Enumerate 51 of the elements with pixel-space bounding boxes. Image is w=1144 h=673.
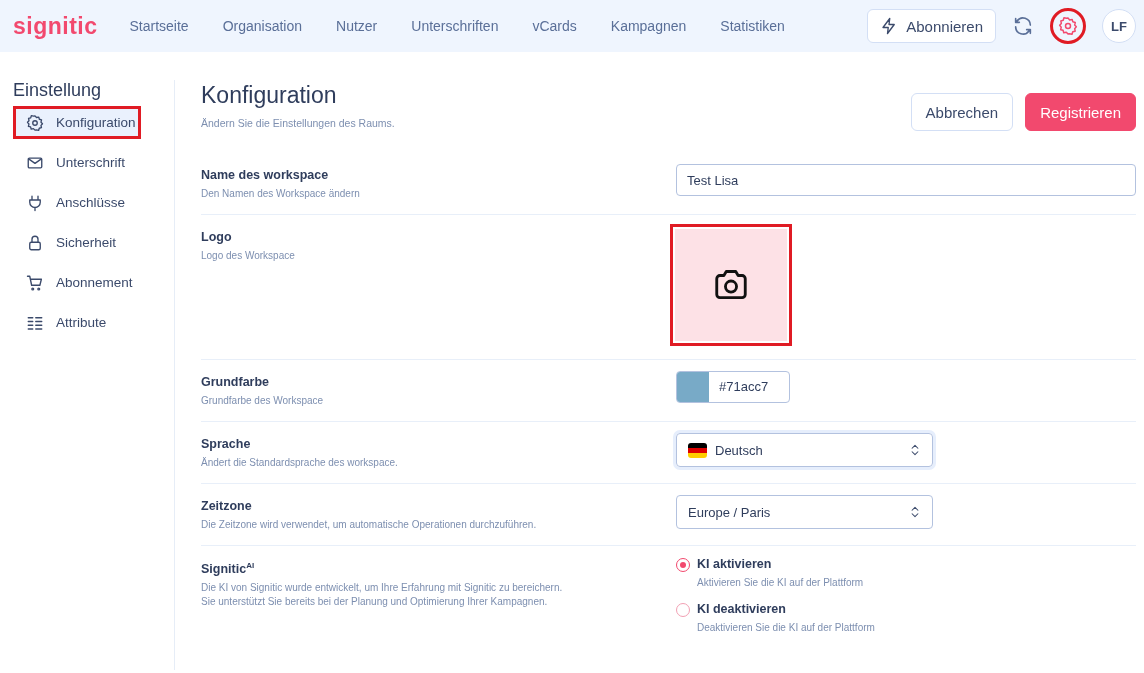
nav-link[interactable]: Kampagnen [610, 18, 687, 34]
nav-link[interactable]: Nutzer [336, 18, 378, 34]
setting-description: Den Namen des Workspace ändern [201, 187, 361, 201]
subscribe-button[interactable]: Abonnieren [867, 9, 996, 43]
setting-label: Name des workspace [201, 168, 330, 182]
select-field[interactable]: Deutsch [676, 433, 933, 467]
cart-icon [26, 273, 44, 292]
option-label: KI aktivieren [697, 557, 773, 571]
option-hint: Aktivieren Sie die KI auf der Plattform [697, 577, 864, 588]
sidebar-title: Einstellung [13, 80, 103, 101]
page-subtitle: Ändern Sie die Einstellungen des Raums. [201, 117, 395, 129]
setting-label: Signitic$^{AI}$ [201, 561, 256, 577]
cancel-button[interactable]: Abbrechen [910, 93, 1014, 131]
setting-label: Sprache [201, 437, 252, 451]
nav-link[interactable]: Organisation [222, 18, 303, 34]
setting-label: Logo [201, 230, 233, 244]
sidebar-item[interactable]: Konfiguration [13, 106, 141, 139]
setting-description: Die Zeitzone wird verwendet, um automatische Operationen durchzuführen. [201, 518, 538, 532]
select-field[interactable]: Europe / Paris [676, 495, 933, 529]
nav-link[interactable]: vCards [532, 18, 577, 34]
sidebar-item[interactable]: Sicherheit [13, 226, 141, 259]
nav-link[interactable]: Unterschriften [411, 18, 499, 34]
lock-icon [26, 233, 44, 252]
avatar[interactable]: LF [1102, 9, 1136, 43]
chevron-up-down-icon [908, 505, 922, 519]
gear-icon [26, 113, 44, 132]
sidebar-item[interactable]: Abonnement [13, 266, 141, 299]
setting-description: Ändert die Standardsprache des workspace. [201, 456, 399, 470]
setting-description: Grundfarbe des Workspace [201, 394, 325, 408]
setting-description: Die KI von Signitic wurde entwickelt, um Ihre Erfahrung mit Signitic zu bereichern. Sie unterstützt Sie bereits bei der Planung und Optimierung Ihrer Kampagnen. [201, 581, 564, 610]
sidebar-item[interactable]: Unterschrift [13, 146, 141, 179]
color-field[interactable]: #71acc7 [676, 371, 790, 403]
page-title: Konfiguration [201, 81, 338, 109]
option-hint: Deaktivieren Sie die KI auf der Plattform [697, 622, 875, 633]
sidebar-item[interactable]: Attribute [13, 306, 141, 339]
flag-icon [688, 442, 707, 458]
sidebar-item[interactable]: Anschlüsse [13, 186, 141, 219]
nav-link[interactable]: Startseite [129, 18, 189, 34]
color-value: #71acc7 [718, 378, 770, 396]
name-input-field[interactable]: Test Lisa [676, 164, 1136, 196]
option-label: KI deaktivieren [697, 602, 787, 616]
setting-label: Grundfarbe [201, 375, 271, 389]
refresh-icon [1012, 15, 1034, 37]
logo-upload[interactable] [670, 224, 792, 346]
settings-icon [1058, 16, 1078, 36]
setting-label: Zeitzone [201, 499, 253, 513]
nav-link[interactable]: Statistiken [720, 18, 785, 34]
save-button[interactable]: Registrieren [1025, 93, 1136, 131]
settings-button[interactable] [1050, 8, 1086, 44]
plug-icon [26, 193, 44, 212]
setting-description: Logo des Workspace [201, 249, 296, 263]
